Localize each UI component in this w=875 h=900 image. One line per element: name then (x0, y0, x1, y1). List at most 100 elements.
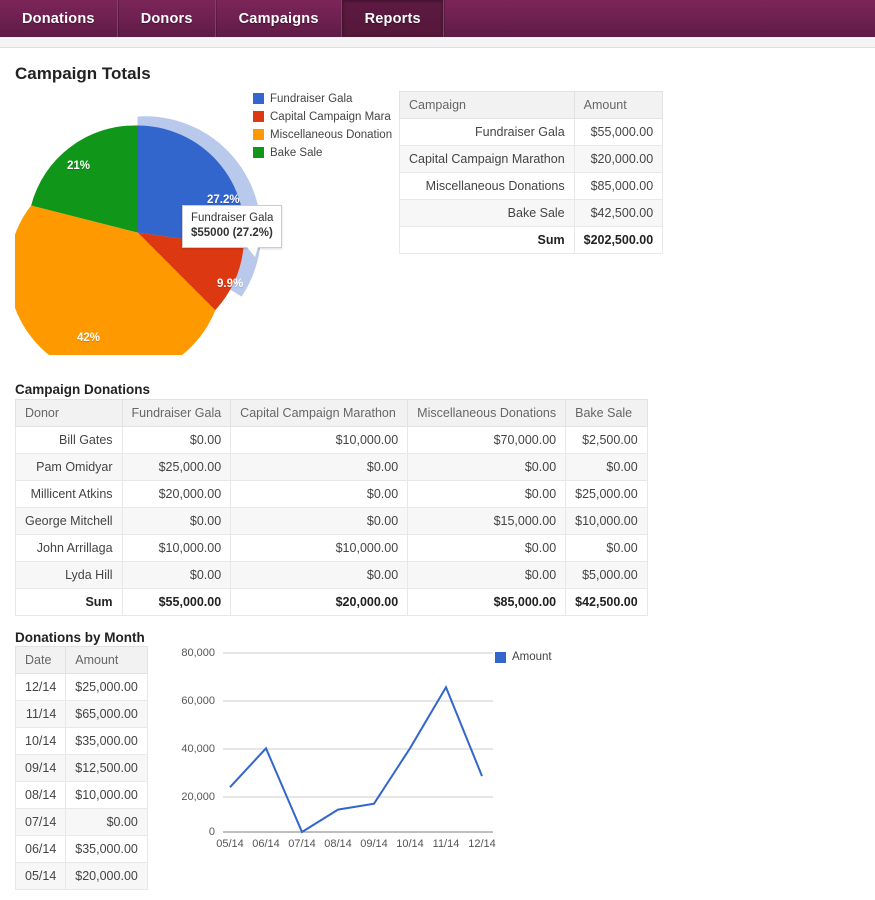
cell-sum-label: Sum (399, 226, 575, 254)
cell-amount: $25,000.00 (65, 673, 148, 701)
cell-capital: $10,000.00 (230, 534, 409, 562)
campaign-totals-table: Campaign Amount Fundraiser Gala $55,000.… (399, 91, 664, 254)
nav-tab-donors-label: Donors (140, 10, 193, 27)
cell-donor: George Mitchell (15, 507, 123, 535)
table-row[interactable]: George Mitchell $0.00 $0.00 $15,000.00 $… (15, 507, 648, 535)
legend-swatch-icon (253, 129, 264, 140)
legend-label: Capital Campaign Mara (270, 110, 391, 123)
legend-item-miscellaneous-donations[interactable]: Miscellaneous Donation (253, 126, 395, 143)
table-row[interactable]: 12/14 $25,000.00 (14, 673, 148, 701)
table-row[interactable]: Fundraiser Gala $55,000.00 (399, 118, 664, 146)
nav-tab-reports[interactable]: Reports (341, 0, 444, 37)
table-row[interactable]: Bake Sale $42,500.00 (399, 199, 664, 227)
main-navigation-bar: Donations Donors Campaigns Reports (0, 0, 875, 37)
table-row[interactable]: 05/14 $20,000.00 (14, 862, 148, 890)
legend-item-bake-sale[interactable]: Bake Sale (253, 144, 395, 161)
nav-tab-donations[interactable]: Donations (0, 0, 118, 37)
table-row[interactable]: Lyda Hill $0.00 $0.00 $0.00 $5,000.00 (15, 561, 648, 589)
legend-item-capital-campaign-marathon[interactable]: Capital Campaign Mara (253, 108, 395, 125)
x-axis-tick-label: 06/14 (252, 838, 280, 850)
cell-donor: John Arrillaga (15, 534, 123, 562)
tooltip-pointer (247, 247, 258, 257)
cell-date: 09/14 (14, 754, 67, 782)
table-sum-row: Sum $202,500.00 (399, 226, 664, 254)
pie-percent-label-bake-sale: 21% (67, 160, 91, 172)
column-header-miscellaneous-donations[interactable]: Miscellaneous Donations (407, 399, 567, 427)
table-row[interactable]: Capital Campaign Marathon $20,000.00 (399, 145, 664, 173)
cell-misc: $0.00 (407, 453, 567, 481)
tooltip-value: $55000 (27.2%) (191, 227, 273, 239)
cell-bake: $0.00 (565, 453, 648, 481)
nav-filler (443, 0, 875, 37)
nav-tab-campaigns[interactable]: Campaigns (215, 0, 342, 37)
table-row[interactable]: Miscellaneous Donations $85,000.00 (399, 172, 664, 200)
cell-misc: $0.00 (407, 534, 567, 562)
table-row[interactable]: Millicent Atkins $20,000.00 $0.00 $0.00 … (15, 480, 648, 508)
cell-amount: $65,000.00 (65, 700, 148, 728)
cell-bake: $10,000.00 (565, 507, 648, 535)
column-header-amount[interactable]: Amount (65, 646, 148, 674)
campaign-totals-heading: Campaign Totals (15, 64, 151, 83)
cell-bake: $25,000.00 (565, 480, 648, 508)
cell-bake: $5,000.00 (565, 561, 648, 589)
cell-donor: Lyda Hill (15, 561, 123, 589)
table-row[interactable]: Pam Omidyar $25,000.00 $0.00 $0.00 $0.00 (15, 453, 648, 481)
column-header-donor[interactable]: Donor (15, 399, 123, 427)
cell-date: 06/14 (14, 835, 67, 863)
nav-tab-donors[interactable]: Donors (117, 0, 216, 37)
cell-campaign: Capital Campaign Marathon (399, 145, 575, 173)
table-row[interactable]: 08/14 $10,000.00 (14, 781, 148, 809)
table-header-row: Campaign Amount (399, 91, 664, 119)
cell-date: 08/14 (14, 781, 67, 809)
cell-gala: $25,000.00 (121, 453, 232, 481)
legend-swatch-icon (253, 93, 264, 104)
table-row[interactable]: 10/14 $35,000.00 (14, 727, 148, 755)
line-series-amount[interactable] (229, 685, 483, 834)
nav-tab-campaigns-label: Campaigns (238, 10, 319, 27)
cell-amount: $55,000.00 (573, 118, 664, 146)
cell-donor: Pam Omidyar (15, 453, 123, 481)
column-header-amount[interactable]: Amount (573, 91, 664, 119)
table-row[interactable]: Bill Gates $0.00 $10,000.00 $70,000.00 $… (15, 426, 648, 454)
column-header-campaign[interactable]: Campaign (399, 91, 575, 119)
cell-donor: Millicent Atkins (15, 480, 123, 508)
table-row[interactable]: 06/14 $35,000.00 (14, 835, 148, 863)
campaign-donations-heading: Campaign Donations (15, 382, 151, 397)
cell-date: 12/14 (14, 673, 67, 701)
cell-date: 11/14 (14, 700, 67, 728)
legend-swatch-icon (253, 111, 264, 122)
x-axis-tick-label: 09/14 (360, 838, 388, 850)
column-header-fundraiser-gala[interactable]: Fundraiser Gala (121, 399, 232, 427)
x-axis-tick-label: 07/14 (288, 838, 316, 850)
line-chart-plot (223, 652, 493, 834)
table-row[interactable]: 11/14 $65,000.00 (14, 700, 148, 728)
table-row[interactable]: 07/14 $0.00 (14, 808, 148, 836)
column-header-capital-campaign-marathon[interactable]: Capital Campaign Marathon (230, 399, 409, 427)
column-header-bake-sale[interactable]: Bake Sale (565, 399, 648, 427)
cell-amount: $10,000.00 (65, 781, 148, 809)
cell-sum-amount: $202,500.00 (573, 226, 664, 254)
tooltip-title: Fundraiser Gala (191, 212, 274, 224)
donations-by-month-line-chart[interactable]: Amount 80,000 60,000 40,000 20,000 0 05/… (175, 640, 595, 865)
cell-amount: $35,000.00 (65, 835, 148, 863)
cell-donor: Bill Gates (15, 426, 123, 454)
cell-bake: $0.00 (565, 534, 648, 562)
cell-campaign: Fundraiser Gala (399, 118, 575, 146)
pie-chart-legend: Fundraiser Gala Capital Campaign Mara Mi… (253, 90, 395, 162)
legend-label: Fundraiser Gala (270, 92, 353, 105)
cell-date: 10/14 (14, 727, 67, 755)
cell-bake: $2,500.00 (565, 426, 648, 454)
legend-item-fundraiser-gala[interactable]: Fundraiser Gala (253, 90, 395, 107)
cell-capital: $0.00 (230, 561, 409, 589)
table-sum-row: Sum $55,000.00 $20,000.00 $85,000.00 $42… (15, 588, 648, 616)
table-row[interactable]: 09/14 $12,500.00 (14, 754, 148, 782)
cell-gala: $0.00 (121, 561, 232, 589)
table-header-row: Donor Fundraiser Gala Capital Campaign M… (15, 399, 648, 427)
column-header-date[interactable]: Date (14, 646, 67, 674)
campaign-totals-pie-chart[interactable]: 27.2% 9.9% 42% 21% Fundraiser Gala Capit… (10, 85, 395, 360)
pie-percent-label-capital-campaign-marathon: 9.9% (217, 278, 244, 290)
x-axis-tick-label: 12/14 (468, 838, 496, 850)
cell-amount: $85,000.00 (573, 172, 664, 200)
table-header-row: Date Amount (14, 646, 148, 674)
table-row[interactable]: John Arrillaga $10,000.00 $10,000.00 $0.… (15, 534, 648, 562)
